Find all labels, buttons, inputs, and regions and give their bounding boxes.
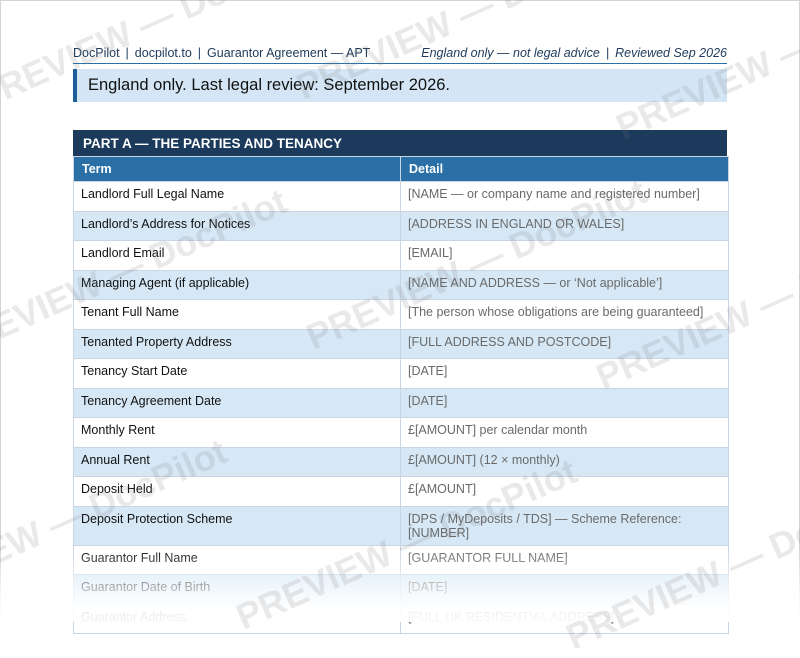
table-header-row: Term Detail (73, 156, 729, 182)
table-row: Landlord Email [EMAIL] (73, 240, 729, 271)
table-row: Deposit Protection Scheme [DPS / MyDeposi… (73, 505, 729, 546)
header-separator: | (125, 46, 129, 60)
detail-cell: £[AMOUNT] per calendar month (400, 417, 729, 448)
column-header-term: Term (73, 156, 401, 182)
detail-cell: [GUARANTOR FULL NAME] (400, 544, 729, 575)
table-row: Guarantor Address [FULL UK RESIDENTIAL AD… (73, 603, 729, 634)
callout-text: England only. Last legal review: Septemb… (88, 76, 451, 94)
detail-cell: [ADDRESS IN ENGLAND OR WALES] (400, 210, 729, 241)
section-title-part-a: PART A — THE PARTIES AND TENANCY (73, 130, 727, 156)
detail-cell: [DATE] (400, 574, 729, 605)
table-row: Guarantor Full Name [GUARANTOR FULL NAME] (73, 544, 729, 575)
detail-cell: [DATE] (400, 358, 729, 389)
column-header-detail: Detail (400, 156, 729, 182)
brand-name: DocPilot (73, 46, 120, 60)
table-row: Managing Agent (if applicable) [NAME AND … (73, 269, 729, 300)
header-separator: | (197, 46, 202, 60)
detail-cell: [DATE] (400, 387, 729, 418)
review-date: Reviewed Sep 2026 (615, 46, 727, 60)
detail-cell: [FULL ADDRESS AND POSTCODE] (400, 328, 729, 359)
header-separator: | (605, 46, 610, 60)
term-cell: Annual Rent (73, 446, 401, 477)
detail-cell: [EMAIL] (400, 240, 729, 271)
term-cell: Deposit Held (73, 476, 401, 507)
detail-cell: £[AMOUNT] (12 × monthly) (400, 446, 729, 477)
table-row: Landlord Full Legal Name [NAME — or compa… (73, 181, 729, 212)
term-cell: Landlord Full Legal Name (73, 181, 401, 212)
document-title: Guarantor Agreement — APT (207, 46, 371, 60)
detail-cell: [NAME — or company name and registered n… (400, 181, 729, 212)
term-cell: Tenant Full Name (73, 299, 401, 330)
term-cell: Guarantor Address (73, 603, 401, 634)
table-row: Tenanted Property Address [FULL ADDRESS A… (73, 328, 729, 359)
term-cell: Managing Agent (if applicable) (73, 269, 401, 300)
table-row: Tenant Full Name [The person whose obliga… (73, 299, 729, 330)
term-cell: Monthly Rent (73, 417, 401, 448)
term-cell: Guarantor Full Name (73, 544, 401, 575)
table-row: Annual Rent £[AMOUNT] (12 × monthly) (73, 446, 729, 477)
term-cell: Deposit Protection Scheme (73, 505, 401, 546)
term-cell: Tenancy Start Date (73, 358, 401, 389)
detail-cell: £[AMOUNT] (400, 476, 729, 507)
site-link[interactable]: docpilot.to (135, 46, 192, 60)
scope-note: England only — not legal advice (421, 46, 600, 60)
parties-table: Term Detail Landlord Full Legal Name [NAM… (73, 156, 729, 634)
table-row: Guarantor Date of Birth [DATE] (73, 574, 729, 605)
term-cell: Tenanted Property Address (73, 328, 401, 359)
table-row: Deposit Held £[AMOUNT] (73, 476, 729, 507)
table-row: Tenancy Agreement Date [DATE] (73, 387, 729, 418)
section-title-text: PART A — THE PARTIES AND TENANCY (83, 135, 343, 151)
header-right: England only — not legal advice | Reviewed… (421, 46, 727, 60)
page-header: DocPilot | docpilot.to | Guarantor Agreement… (73, 46, 727, 64)
table-row: Monthly Rent £[AMOUNT] per calendar month (73, 417, 729, 448)
term-cell: Landlord Email (73, 240, 401, 271)
detail-cell: [FULL UK RESIDENTIAL ADDRESS] (400, 603, 729, 634)
detail-cell: [The person whose obligations are being … (400, 299, 729, 330)
detail-cell: [DPS / MyDeposits / TDS] — Scheme Refere… (400, 505, 729, 546)
term-cell: Tenancy Agreement Date (73, 387, 401, 418)
table-row: Tenancy Start Date [DATE] (73, 358, 729, 389)
table-row: Landlord’s Address for Notices [ADDRESS I… (73, 210, 729, 241)
term-cell: Landlord’s Address for Notices (73, 210, 401, 241)
jurisdiction-callout: England only. Last legal review: Septemb… (73, 69, 727, 102)
header-left: DocPilot | docpilot.to | Guarantor Agreement… (73, 46, 370, 60)
detail-cell: [NAME AND ADDRESS — or ‘Not applicable’] (400, 269, 729, 300)
term-cell: Guarantor Date of Birth (73, 574, 401, 605)
